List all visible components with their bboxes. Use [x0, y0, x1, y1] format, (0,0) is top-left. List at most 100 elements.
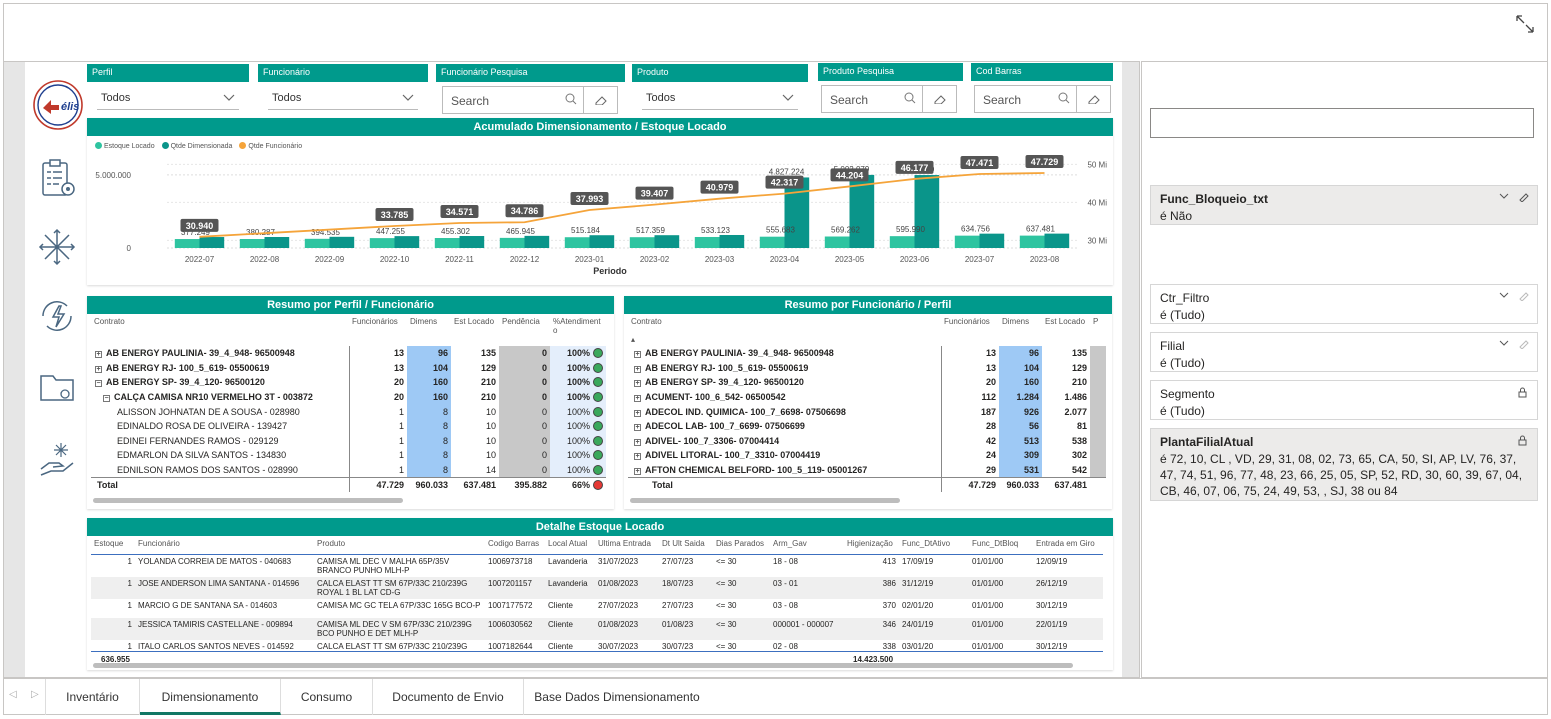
slicer-funcionario-pesquisa[interactable]: Funcionário Pesquisa Search	[436, 64, 625, 114]
col-header[interactable]: Dt Ult Saida	[659, 538, 713, 555]
col-header[interactable]: Dimens	[407, 316, 451, 346]
col-header[interactable]: Pendência	[499, 316, 550, 346]
clear-filter-icon[interactable]	[1518, 339, 1529, 352]
table-row[interactable]: EDNILSON RAMOS DOS SANTOS - 028990 1 8 1…	[91, 462, 606, 478]
expand-toggle-icon[interactable]: +	[634, 380, 641, 388]
col-header[interactable]: Est Locado	[1042, 316, 1090, 346]
chevron-down-icon[interactable]	[1499, 192, 1509, 203]
table-row[interactable]: 1 YOLANDA CORREIA DE MATOS - 040683 CAMISA…	[91, 554, 1103, 577]
clear-eraser-icon[interactable]	[584, 86, 618, 114]
table-row[interactable]: + AB ENERGY RJ- 100_5_619- 05500619 13 10…	[628, 360, 1106, 376]
col-header[interactable]: Func_DtBloq	[969, 538, 1033, 555]
col-header[interactable]: Arm_Gav	[770, 538, 844, 555]
filter-search-input[interactable]	[1150, 108, 1534, 138]
table-row[interactable]: + ADECOL IND. QUIMICA- 100_7_6698- 075066…	[628, 404, 1106, 419]
folder-icon[interactable]	[35, 364, 79, 408]
funcionario-dropdown[interactable]: Todos	[268, 88, 418, 110]
slicer-perfil[interactable]: Perfil Todos	[87, 64, 249, 112]
table-row[interactable]: + AB ENERGY PAULINIA- 39_4_948- 96500948 …	[628, 346, 1106, 361]
slicer-cod-barras[interactable]: Cod Barras Search	[971, 63, 1113, 113]
table-row[interactable]: EDINEI FERNANDES RAMOS - 029129 1 8 10 0…	[91, 433, 606, 449]
clear-eraser-icon[interactable]	[923, 85, 957, 113]
table-row[interactable]: − AB ENERGY SP- 39_4_120- 96500120 20 160…	[91, 375, 606, 390]
table-row[interactable]: EDINALDO ROSA DE OLIVEIRA - 139427 1 8 1…	[91, 418, 606, 434]
clipboard-settings-icon[interactable]	[35, 157, 79, 201]
col-header[interactable]: Entrada em Giro	[1033, 538, 1103, 555]
table-row[interactable]: 1 JOSE ANDERSON LIMA SANTANA - 014596 CALC…	[91, 576, 1103, 599]
table-row[interactable]: EDMARLON DA SILVA SANTOS - 134830 1 8 10…	[91, 448, 606, 463]
table-row[interactable]: + AFTON CHEMICAL BELFORD- 100_5_119- 0500…	[628, 462, 1106, 478]
horizontal-scrollbar[interactable]	[93, 663, 1073, 668]
clear-filter-icon[interactable]	[1518, 291, 1529, 304]
col-header[interactable]: Est Locado	[451, 316, 499, 346]
perfil-dropdown[interactable]: Todos	[97, 88, 239, 110]
expand-toggle-icon[interactable]: +	[634, 438, 641, 446]
filter-card-segmento[interactable]: Segmento é (Tudo)	[1150, 380, 1538, 420]
table-row[interactable]: − CALÇA CAMISA NR10 VERMELHO 3T - 003872 …	[91, 389, 606, 405]
tab-scroll-right-icon[interactable]: ▷	[31, 689, 39, 700]
horizontal-scrollbar[interactable]	[630, 498, 900, 503]
col-header[interactable]: Ultima Entrada	[595, 538, 659, 555]
tab-consumo[interactable]: Consumo	[281, 679, 373, 715]
col-header[interactable]: Local Atual	[545, 538, 595, 555]
expand-toggle-icon[interactable]: +	[634, 424, 641, 432]
col-header[interactable]: Dimens	[999, 316, 1042, 346]
expand-toggle-icon[interactable]: +	[634, 395, 641, 403]
col-header[interactable]: Contrato	[91, 316, 349, 346]
tab-base-dados-dimensionamento[interactable]: Base Dados Dimensionamento	[524, 679, 710, 715]
filter-card-ctr-filtro[interactable]: Ctr_Filtro é (Tudo)	[1150, 284, 1538, 324]
col-header[interactable]: P	[1090, 316, 1106, 346]
produto-dropdown[interactable]: Todos	[642, 88, 798, 110]
expand-toggle-icon[interactable]: +	[95, 365, 102, 373]
col-header[interactable]: Dias Parados	[713, 538, 770, 555]
filter-card-filial[interactable]: Filial é (Tudo)	[1150, 332, 1538, 372]
table-row[interactable]: + AB ENERGY SP- 39_4_120- 96500120 20 160…	[628, 375, 1106, 390]
col-header[interactable]: Funcionários	[349, 316, 407, 346]
expand-toggle-icon[interactable]: −	[95, 380, 102, 388]
expand-toggle-icon[interactable]: +	[634, 453, 641, 461]
expand-toggle-icon[interactable]: −	[103, 395, 110, 403]
chevron-down-icon[interactable]	[1499, 291, 1509, 302]
tab-scroll-left-icon[interactable]: ◁	[9, 689, 17, 700]
table-row[interactable]: + ADIVEL LITORAL- 100_7_3310- 07004419 24…	[628, 448, 1106, 463]
col-header[interactable]: Produto	[314, 538, 485, 555]
slicer-produto[interactable]: Produto Todos	[632, 64, 808, 112]
slicer-funcionario[interactable]: Funcionário Todos	[258, 64, 428, 112]
col-header[interactable]: %Atendimento	[550, 316, 606, 346]
expand-icon[interactable]	[1513, 12, 1537, 36]
hand-network-icon[interactable]	[35, 437, 79, 481]
clear-eraser-icon[interactable]	[1077, 85, 1111, 113]
expand-toggle-icon[interactable]: +	[95, 351, 102, 359]
expand-arrows-icon[interactable]	[35, 225, 79, 269]
col-header[interactable]: Func_DtAtivo	[899, 538, 969, 555]
expand-toggle-icon[interactable]: +	[634, 409, 641, 417]
col-header[interactable]: Contrato ▴	[628, 316, 941, 346]
produto-search-input[interactable]: Search	[821, 85, 923, 113]
col-header[interactable]: Funcionário	[135, 538, 314, 555]
filter-card-planta-filial[interactable]: PlantaFilialAtual é 72, 10, CL , VD, 29,…	[1150, 428, 1538, 501]
chevron-down-icon[interactable]	[1499, 339, 1509, 350]
cod-barras-search-input[interactable]: Search	[974, 85, 1077, 113]
slicer-produto-pesquisa[interactable]: Produto Pesquisa Search	[818, 63, 963, 113]
expand-toggle-icon[interactable]: +	[634, 351, 641, 359]
tab-dimensionamento[interactable]: Dimensionamento	[140, 679, 281, 715]
col-header[interactable]: Funcionários	[941, 316, 999, 346]
energy-cycle-icon[interactable]	[35, 294, 79, 338]
tab-documento-de-envio[interactable]: Documento de Envio	[373, 679, 524, 715]
horizontal-scrollbar[interactable]	[93, 498, 403, 503]
clear-filter-icon[interactable]	[1518, 192, 1529, 205]
expand-toggle-icon[interactable]: +	[634, 467, 641, 475]
expand-toggle-icon[interactable]: +	[634, 365, 641, 373]
table-row[interactable]: 1 JESSICA TAMIRIS CASTELLANE - 009894 CAMI…	[91, 617, 1103, 640]
table-row[interactable]: + AB ENERGY RJ- 100_5_619- 05500619 13 10…	[91, 360, 606, 376]
tab-inventario[interactable]: Inventário	[45, 679, 140, 715]
col-header[interactable]: Higienização	[844, 538, 899, 555]
table-row[interactable]: + ADECOL LAB- 100_7_6699- 07506699 28 56 …	[628, 418, 1106, 434]
table-row[interactable]: + ACUMENT- 100_6_542- 06500542 112 1.284 …	[628, 389, 1106, 405]
table-row[interactable]: 1 MARCIO G DE SANTANA SA - 014603 CAMISA M…	[91, 599, 1103, 618]
table-row[interactable]: ALISSON JOHNATAN DE A SOUSA - 028980 1 8…	[91, 404, 606, 419]
table-row[interactable]: + ADIVEL- 100_7_3306- 07004414 42 513 538	[628, 433, 1106, 449]
col-header[interactable]: Codigo Barras	[485, 538, 545, 555]
table-row[interactable]: + AB ENERGY PAULINIA- 39_4_948- 96500948 …	[91, 346, 606, 361]
funcionario-search-input[interactable]: Search	[442, 86, 584, 114]
